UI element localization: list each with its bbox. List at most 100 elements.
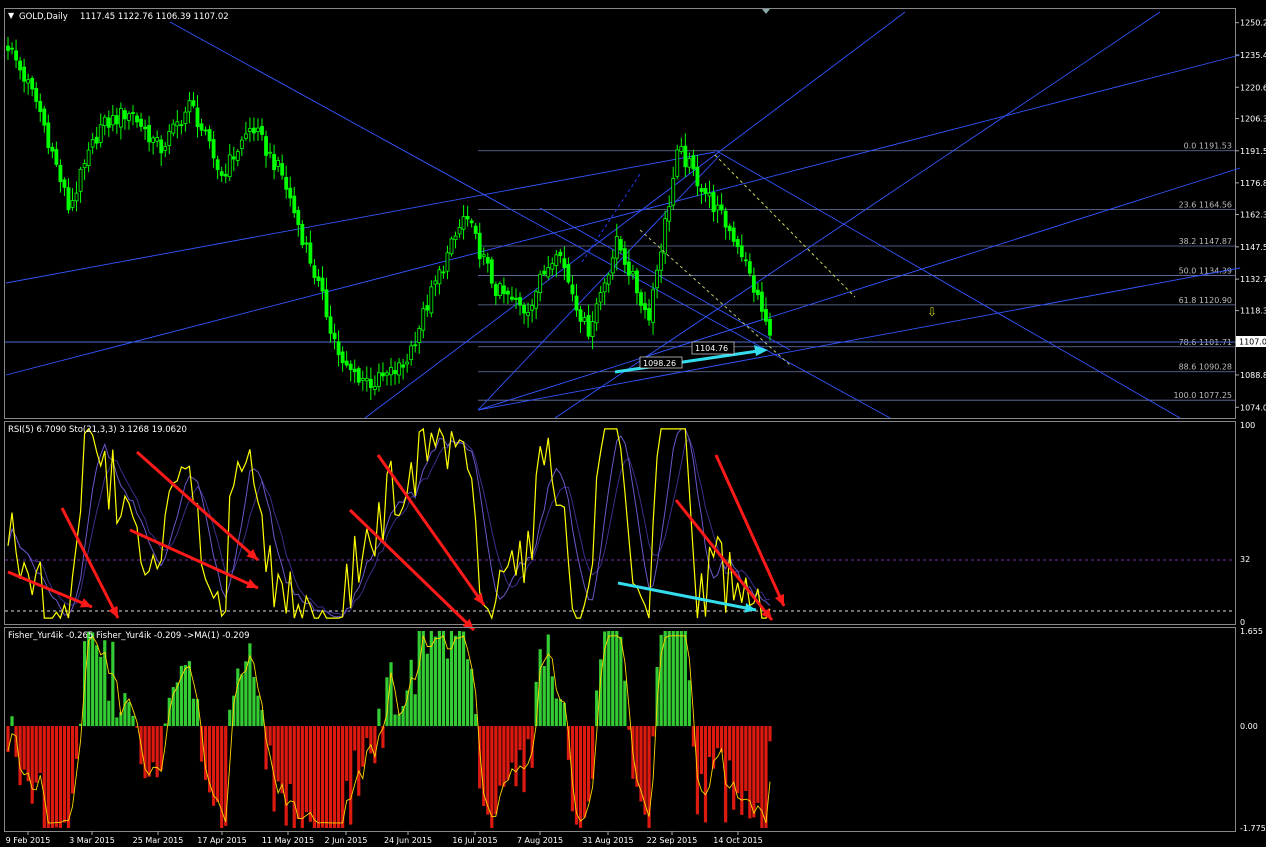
fib-label: 38.2 1147.87 bbox=[1179, 237, 1232, 246]
candle-body bbox=[114, 115, 119, 125]
candle-body bbox=[86, 149, 91, 167]
fisher-bar bbox=[284, 726, 288, 826]
candle-body bbox=[332, 332, 337, 340]
ohlc-label: 1117.45 1122.76 1106.39 1107.02 bbox=[80, 12, 229, 22]
fisher-bar bbox=[441, 631, 446, 727]
candle-body bbox=[663, 218, 668, 254]
candle-body bbox=[417, 328, 422, 343]
candle-body bbox=[135, 115, 139, 123]
fisher-bar bbox=[62, 726, 67, 823]
candle-body bbox=[171, 123, 176, 134]
fisher-bar bbox=[558, 699, 562, 727]
fisher-bar bbox=[679, 631, 683, 727]
time-tick-label: 31 Aug 2015 bbox=[582, 836, 633, 845]
fisher-bar bbox=[582, 726, 587, 818]
candle-body bbox=[659, 251, 664, 271]
candle-body bbox=[409, 345, 414, 361]
candle-body bbox=[453, 235, 458, 241]
fisher-bar bbox=[502, 726, 506, 787]
candle-body bbox=[393, 370, 397, 374]
candle-body bbox=[38, 101, 43, 113]
fisher-bar bbox=[236, 668, 240, 727]
fisher-bar bbox=[288, 726, 292, 784]
fisher-bar bbox=[228, 709, 232, 727]
price-tick-label: 1118.3 bbox=[1240, 307, 1266, 316]
candle-body bbox=[437, 269, 442, 285]
fisher-bar bbox=[276, 726, 280, 782]
candle-body bbox=[308, 242, 313, 264]
fisher-bar bbox=[240, 674, 244, 727]
candle-body bbox=[461, 216, 466, 230]
fisher-bar bbox=[425, 653, 429, 727]
trading-chart[interactable]: 0.0 1191.5323.6 1164.5638.2 1147.8750.0 … bbox=[0, 0, 1266, 847]
fisher-bar bbox=[687, 680, 691, 727]
fisher-bar bbox=[18, 726, 22, 786]
candle-body bbox=[50, 146, 55, 152]
fisher-bar bbox=[34, 726, 38, 783]
candle-body bbox=[719, 204, 724, 211]
fisher-bar bbox=[22, 726, 26, 770]
candle-body bbox=[550, 263, 555, 270]
candle-body bbox=[106, 117, 111, 128]
candle-body bbox=[235, 151, 240, 161]
candle-body bbox=[441, 271, 446, 274]
fisher-bar bbox=[328, 726, 333, 828]
candle-body bbox=[231, 156, 236, 160]
candle-body bbox=[727, 225, 732, 232]
fisher-bar bbox=[6, 726, 10, 753]
candle-body bbox=[316, 276, 321, 281]
fib-label: 100.0 1077.25 bbox=[1173, 391, 1232, 400]
fisher-bar bbox=[123, 693, 127, 727]
candle-body bbox=[18, 60, 22, 71]
fib-label: 88.6 1090.28 bbox=[1179, 363, 1232, 372]
fisher-bar bbox=[437, 631, 441, 727]
candle-body bbox=[336, 341, 341, 356]
candle-body bbox=[377, 372, 381, 387]
candle-body bbox=[94, 136, 99, 144]
candle-body bbox=[70, 200, 75, 208]
fisher-bar bbox=[381, 726, 385, 748]
time-tick-label: 3 Mar 2015 bbox=[69, 836, 115, 845]
fisher-bar bbox=[54, 726, 58, 828]
fisher-bar bbox=[296, 726, 300, 820]
fisher-bar bbox=[332, 726, 337, 828]
candle-body bbox=[260, 126, 264, 135]
fisher-tick-label: 1.655 bbox=[1240, 627, 1263, 636]
fib-label: 23.6 1164.56 bbox=[1179, 201, 1232, 210]
candle-body bbox=[699, 188, 704, 192]
candle-body bbox=[481, 254, 486, 257]
candle-body bbox=[643, 303, 647, 311]
candle-body bbox=[360, 378, 365, 381]
candle-body bbox=[62, 179, 67, 188]
fisher-bar bbox=[429, 631, 433, 727]
fisher-tick-label: 0.00 bbox=[1240, 722, 1258, 731]
fisher-bar bbox=[345, 726, 349, 781]
candle-body bbox=[655, 269, 660, 289]
candle-body bbox=[195, 107, 200, 128]
candle-body bbox=[207, 129, 212, 142]
fisher-bar bbox=[417, 631, 421, 727]
fisher-bar bbox=[361, 726, 365, 767]
fisher-bar bbox=[292, 726, 296, 828]
fisher-bar bbox=[699, 726, 704, 775]
fisher-bar bbox=[42, 726, 46, 828]
candle-body bbox=[667, 206, 672, 222]
candle-body bbox=[626, 261, 631, 276]
candle-body bbox=[606, 274, 611, 285]
candle-body bbox=[743, 259, 748, 262]
fisher-tick-label: -1.775 bbox=[1240, 824, 1266, 833]
candle-body bbox=[385, 372, 389, 376]
candle-body bbox=[558, 251, 563, 256]
candle-body bbox=[381, 372, 385, 377]
fisher-bar bbox=[578, 726, 583, 828]
candle-body bbox=[691, 155, 696, 170]
candle-body bbox=[78, 168, 83, 192]
fisher-bar bbox=[607, 631, 611, 727]
fib-label: 61.8 1120.90 bbox=[1179, 296, 1232, 305]
fisher-bar bbox=[252, 676, 256, 727]
fisher-bar bbox=[155, 726, 159, 778]
fisher-bar bbox=[308, 726, 312, 822]
fisher-bar bbox=[357, 726, 361, 796]
candle-body bbox=[58, 164, 63, 182]
panel-menu-icon[interactable]: ▼ bbox=[8, 11, 15, 20]
